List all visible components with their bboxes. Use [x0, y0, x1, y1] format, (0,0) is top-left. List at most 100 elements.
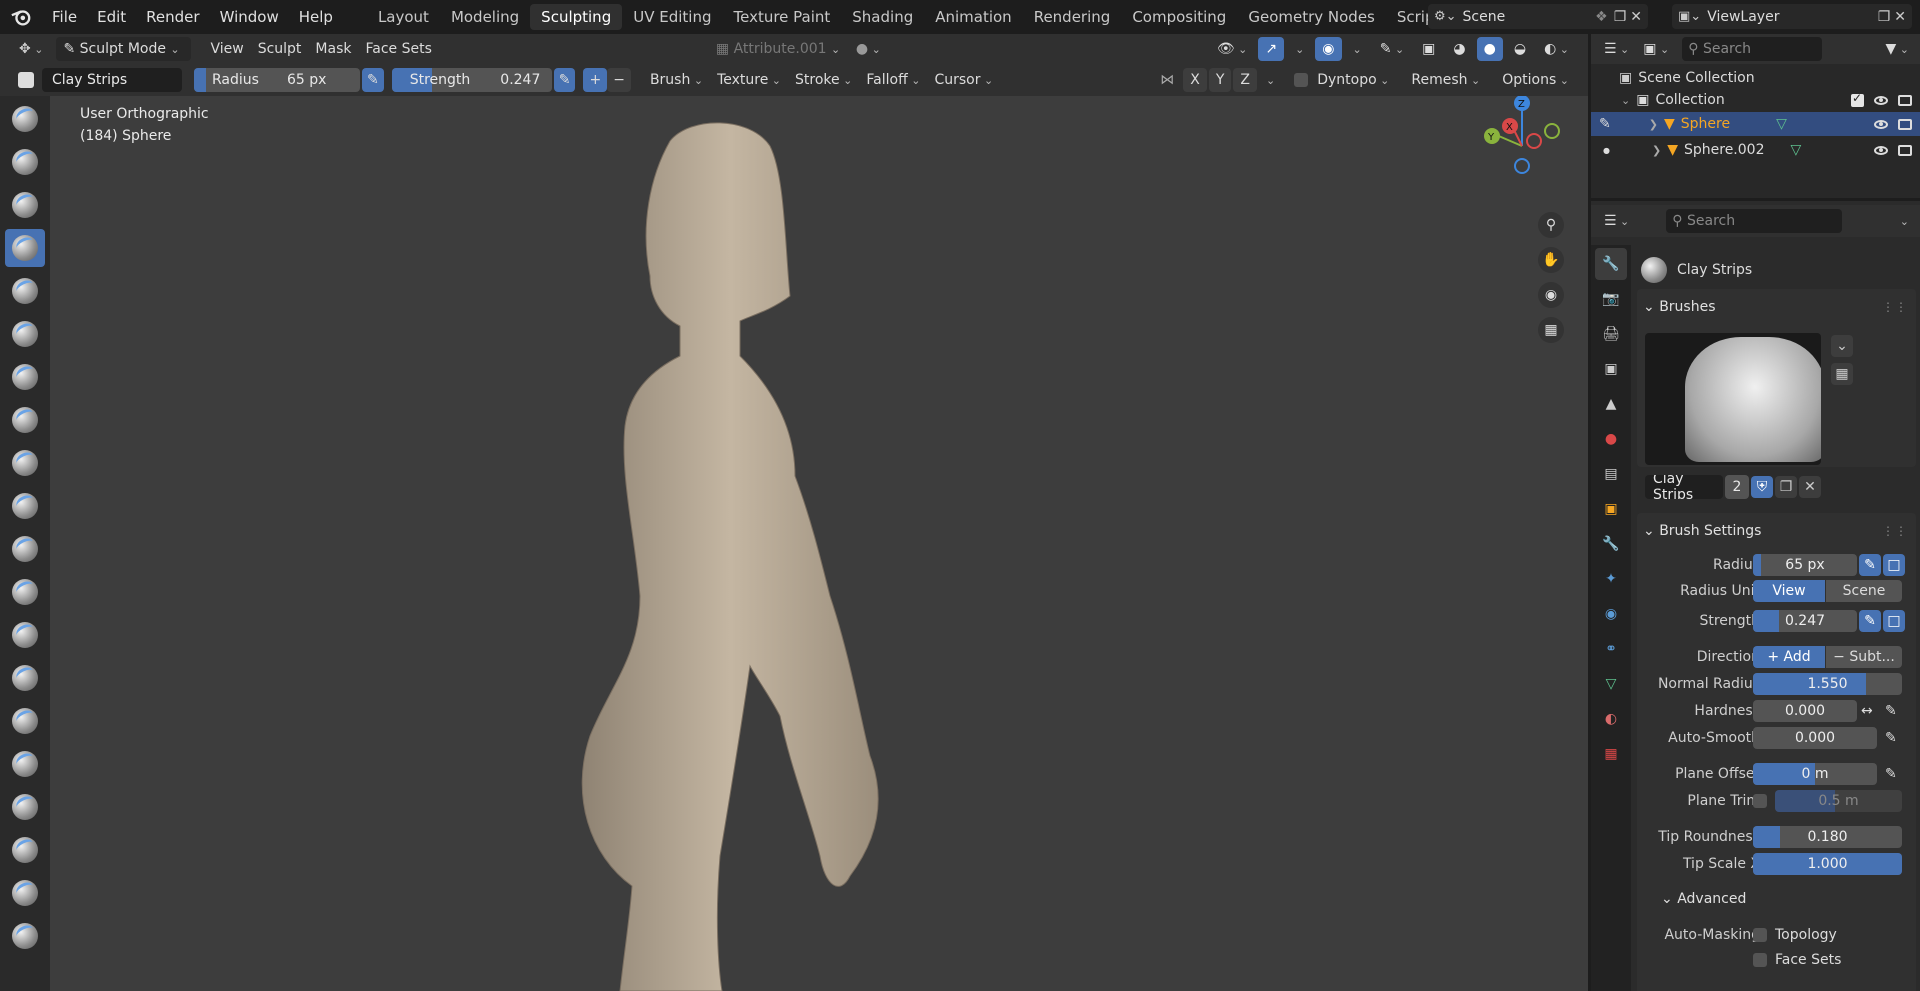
gizmo-dropdown-icon[interactable] — [1288, 37, 1311, 61]
radius-unit-view-button[interactable]: View — [1753, 580, 1825, 602]
tab-rendering[interactable]: Rendering — [1023, 4, 1122, 30]
tab-particles-icon[interactable]: ✦ — [1595, 563, 1627, 595]
brush-overlay-icon[interactable]: ✎ — [1373, 37, 1411, 61]
tab-scene-icon[interactable]: ▲ — [1595, 388, 1627, 420]
tab-object-icon[interactable]: ▣ — [1595, 493, 1627, 525]
remesh-menu[interactable]: Remesh — [1404, 68, 1487, 92]
falloff-menu[interactable]: Falloff — [859, 68, 927, 92]
strength-prop-field[interactable]: 0.247 — [1753, 610, 1857, 632]
tab-compositing[interactable]: Compositing — [1121, 4, 1237, 30]
pin-icon[interactable]: ❖ — [1595, 9, 1608, 25]
mirror-y-button[interactable]: Y — [1208, 68, 1232, 92]
strength-pressure-icon[interactable]: ✎ — [553, 68, 576, 92]
radius-unified-icon[interactable]: □ — [1883, 554, 1905, 576]
tab-texture-icon[interactable]: ▦ — [1595, 738, 1627, 770]
tool-clay-strips[interactable] — [5, 229, 45, 267]
display-mode-icon[interactable]: ▣ — [1636, 37, 1676, 61]
3d-viewport[interactable]: User Orthographic (184) Sphere Z Y X ⚲ ✋… — [50, 96, 1588, 991]
dyntopo-checkbox[interactable] — [1294, 73, 1309, 87]
pan-hand-icon[interactable]: ✋ — [1538, 247, 1564, 273]
shading-solid-icon[interactable]: ● — [1476, 37, 1503, 61]
tab-world-icon[interactable]: ● — [1595, 423, 1627, 455]
tool-multiplane-scrape[interactable] — [5, 659, 45, 697]
radius-unit-scene-button[interactable]: Scene — [1826, 580, 1902, 602]
tool-elastic-deform[interactable] — [5, 788, 45, 826]
texture-menu[interactable]: Texture — [710, 68, 788, 92]
cursor-menu[interactable]: Cursor — [927, 68, 1000, 92]
tree-object-sphere-002[interactable]: ● ❯ ▼ Sphere.002 ▽ — [1591, 138, 1920, 162]
plane-trim-checkbox[interactable] — [1753, 794, 1767, 808]
gizmo-neg-z[interactable] — [1514, 158, 1530, 174]
direction-add-option[interactable]: + Add — [1753, 646, 1825, 668]
stroke-menu[interactable]: Stroke — [788, 68, 859, 92]
advanced-subpanel-header[interactable]: ⌄ Advanced — [1635, 887, 1920, 911]
hardness-field[interactable]: 0.000 — [1753, 700, 1857, 722]
gizmo-toggle-icon[interactable]: ↗ — [1258, 37, 1285, 61]
properties-options[interactable] — [1893, 209, 1916, 233]
direction-subtract-option[interactable]: − Subt... — [1826, 646, 1902, 668]
tab-sculpting[interactable]: Sculpting — [530, 4, 623, 30]
tool-inflate[interactable] — [5, 358, 45, 396]
attribute-selector[interactable]: ▦ Attribute.001 — [709, 37, 849, 61]
menu-mask[interactable]: Mask — [308, 37, 358, 61]
fake-user-shield-icon[interactable]: ⛨ — [1751, 476, 1773, 498]
direction-add-button[interactable]: + — [583, 68, 608, 92]
tab-constraints-icon[interactable]: ⚭ — [1595, 633, 1627, 665]
overlay-dropdown-icon[interactable] — [1346, 37, 1369, 61]
tip-roundness-field[interactable]: 0.180 — [1753, 826, 1902, 848]
shading-wireframe-icon[interactable]: ◕ — [1446, 37, 1472, 61]
radius-prop-field[interactable]: 65 px — [1753, 554, 1857, 576]
tool-pinch[interactable] — [5, 702, 45, 740]
auto-smooth-pressure-icon[interactable]: ✎ — [1885, 730, 1897, 746]
menu-file[interactable]: File — [42, 0, 87, 34]
tab-view-layer-icon[interactable]: ▣ — [1595, 353, 1627, 385]
view-layer-selector[interactable]: ▣⌄ ViewLayer ❐ ✕ — [1672, 4, 1912, 29]
delete-view-layer-icon[interactable]: ✕ — [1894, 9, 1906, 25]
tab-geometry-nodes[interactable]: Geometry Nodes — [1237, 4, 1386, 30]
sculpt-edit-icon[interactable]: ✎ — [1599, 116, 1611, 132]
brush-preview-image-icon[interactable]: ▦ — [1831, 363, 1853, 385]
options-menu[interactable]: Options — [1495, 68, 1576, 92]
hardness-pressure-icon[interactable]: ✎ — [1885, 703, 1897, 719]
strength-pressure-icon[interactable]: ✎ — [1859, 610, 1881, 632]
radius-pressure-icon[interactable]: ✎ — [1859, 554, 1881, 576]
sphere-002-render-icon[interactable] — [1898, 144, 1912, 156]
properties-search[interactable]: ⚲ Search — [1666, 209, 1843, 233]
tool-thumb[interactable] — [5, 874, 45, 912]
sphere-002-visibility-icon[interactable] — [1874, 145, 1888, 155]
menu-sculpt[interactable]: Sculpt — [251, 37, 309, 61]
menu-render[interactable]: Render — [136, 0, 209, 34]
auto-smooth-field[interactable]: 0.000 — [1753, 727, 1877, 749]
tool-fill[interactable] — [5, 573, 45, 611]
tool-snake-hook[interactable] — [5, 831, 45, 869]
radius-pressure-icon[interactable]: ✎ — [362, 68, 384, 92]
tab-material-icon[interactable]: ◐ — [1595, 703, 1627, 735]
properties-editor-type[interactable]: ☰ — [1597, 209, 1636, 233]
tab-texture-paint[interactable]: Texture Paint — [722, 4, 841, 30]
visibility-icon[interactable]: 👁 — [1210, 37, 1255, 61]
menu-face-sets[interactable]: Face Sets — [358, 37, 438, 61]
mirror-z-button[interactable]: Z — [1233, 68, 1257, 92]
sphere-002-expand-icon[interactable]: ❯ — [1652, 144, 1661, 157]
tab-uv-editing[interactable]: UV Editing — [622, 4, 722, 30]
sphere-render-icon[interactable] — [1898, 118, 1912, 130]
tool-smooth[interactable] — [5, 487, 45, 525]
tab-data-icon[interactable]: ▽ — [1595, 668, 1627, 700]
tool-layer[interactable] — [5, 315, 45, 353]
xray-toggle-icon[interactable]: ▣ — [1415, 37, 1442, 61]
unlink-brush-icon[interactable]: ✕ — [1799, 476, 1821, 498]
brushes-panel-header[interactable]: ⌄ Brushes ⋮⋮ — [1635, 295, 1920, 319]
menu-edit[interactable]: Edit — [87, 0, 136, 34]
brush-settings-panel-header[interactable]: ⌄ Brush Settings ⋮⋮ — [1635, 519, 1920, 543]
direction-subtract-button[interactable]: − — [607, 68, 631, 92]
radius-slider[interactable]: Radius 65 px — [194, 68, 360, 92]
menu-window[interactable]: Window — [210, 0, 289, 34]
tool-draw-sharp[interactable] — [5, 143, 45, 181]
tool-flatten[interactable] — [5, 530, 45, 568]
brush-preview-expand-icon[interactable]: ⌄ — [1831, 335, 1853, 357]
shading-material-icon[interactable]: ◒ — [1507, 37, 1533, 61]
zoom-icon[interactable]: ⚲ — [1538, 212, 1564, 238]
ortho-grid-icon[interactable]: ▦ — [1538, 317, 1564, 343]
tool-draw[interactable] — [5, 100, 45, 138]
tool-crease[interactable] — [5, 444, 45, 482]
